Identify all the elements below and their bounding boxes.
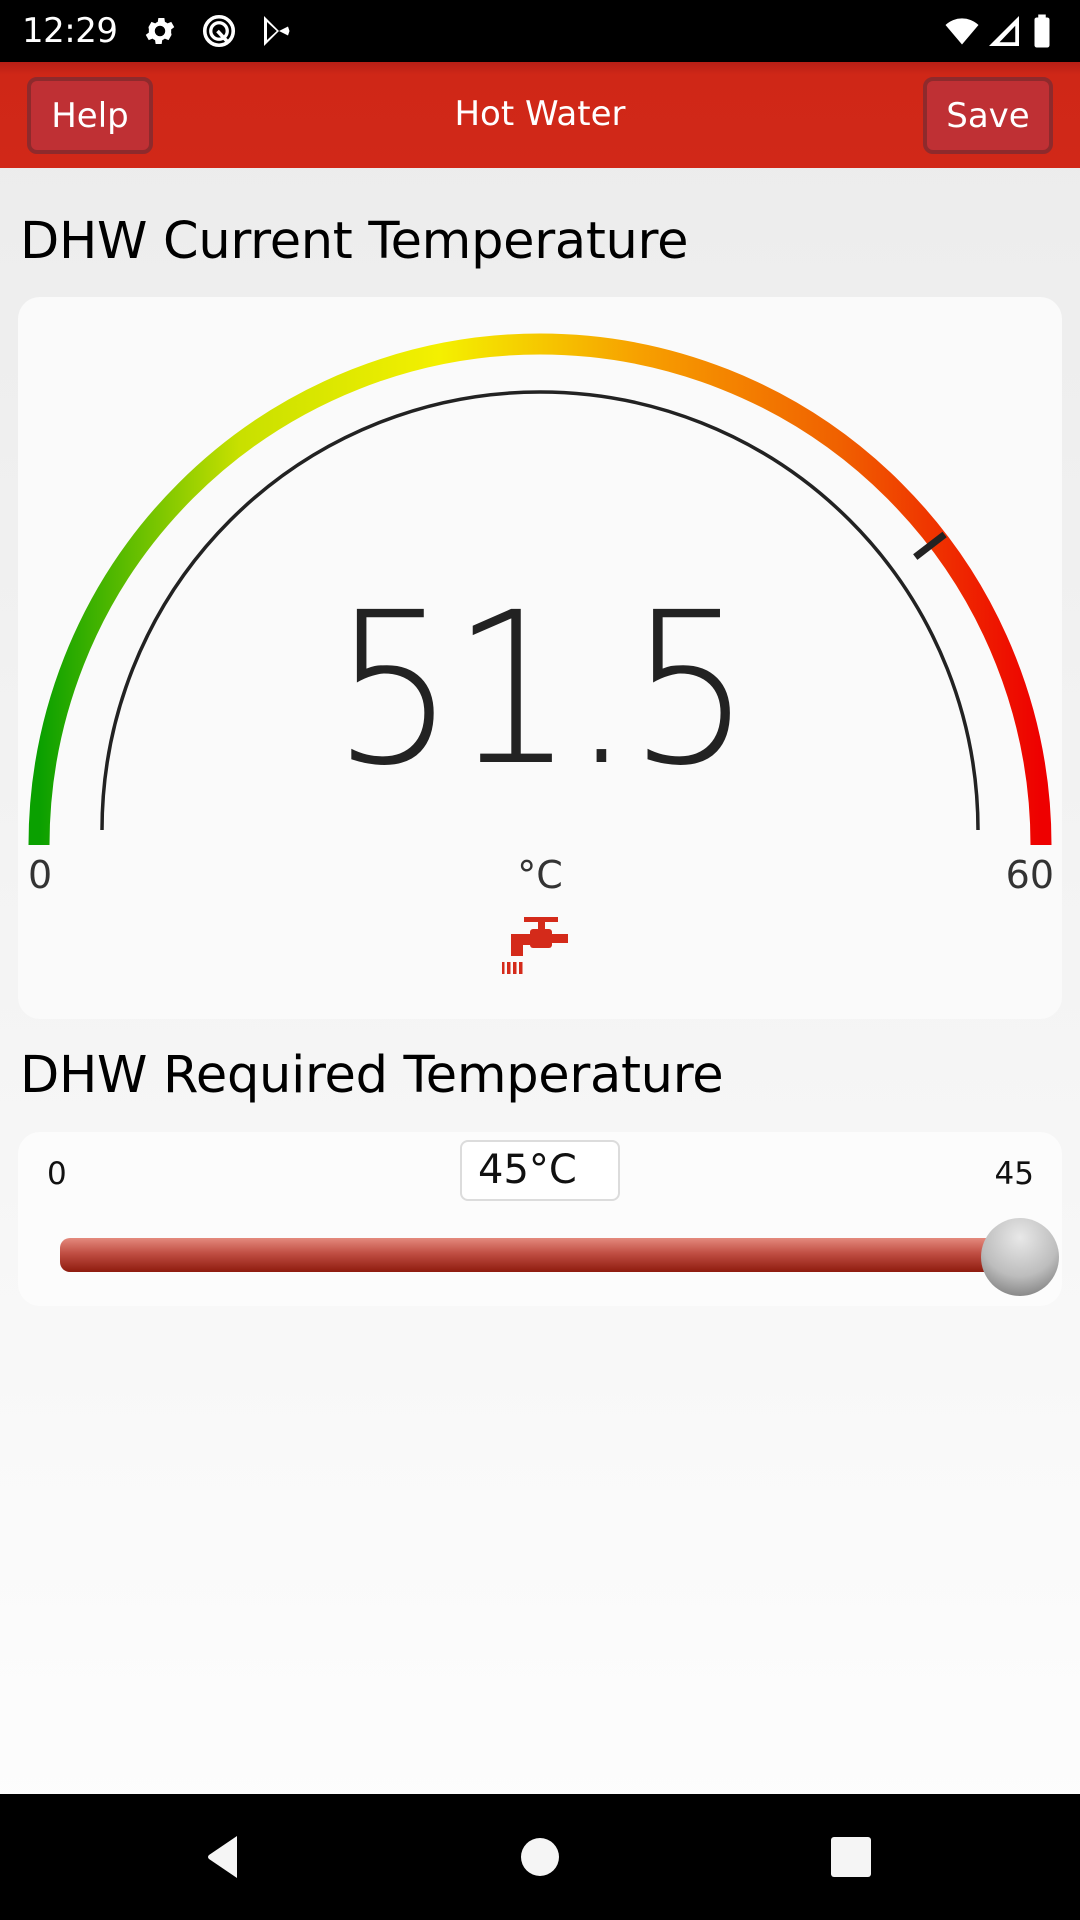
required-temperature-slider-track[interactable] [60, 1238, 1020, 1272]
status-time: 12:29 [22, 11, 118, 51]
required-temperature-card: 0 45°C 45 [18, 1132, 1062, 1306]
cell-signal-icon [989, 16, 1019, 46]
page-title: Hot Water [454, 94, 626, 134]
play-store-icon [264, 16, 290, 46]
required-temperature-value[interactable]: 45°C [460, 1140, 620, 1201]
home-icon[interactable] [510, 1827, 570, 1887]
water-tap-icon [502, 917, 568, 974]
status-bar: 12:29 [0, 0, 1080, 62]
slider-max-label: 45 [994, 1156, 1034, 1192]
current-temperature-gauge-card: 51.5 0 °C 60 [18, 297, 1062, 1019]
settings-gear-icon [145, 17, 175, 45]
system-nav-bar [0, 1794, 1080, 1920]
gauge-unit-label: °C [517, 853, 563, 897]
save-button[interactable]: Save [923, 77, 1053, 154]
current-temperature-value: 51.5 [332, 567, 751, 812]
back-icon[interactable] [195, 1827, 255, 1887]
required-temperature-slider-thumb[interactable] [981, 1218, 1059, 1296]
required-temperature-title: DHW Required Temperature [20, 1046, 724, 1105]
battery-icon [1034, 14, 1050, 48]
wifi-icon [945, 18, 979, 45]
app-header: Help Hot Water Save [0, 62, 1080, 168]
q-logo-icon [202, 14, 236, 48]
slider-min-label: 0 [47, 1156, 67, 1192]
current-temperature-title: DHW Current Temperature [20, 212, 689, 271]
recent-apps-icon[interactable] [821, 1827, 881, 1887]
gauge-max-label: 60 [1005, 853, 1054, 897]
